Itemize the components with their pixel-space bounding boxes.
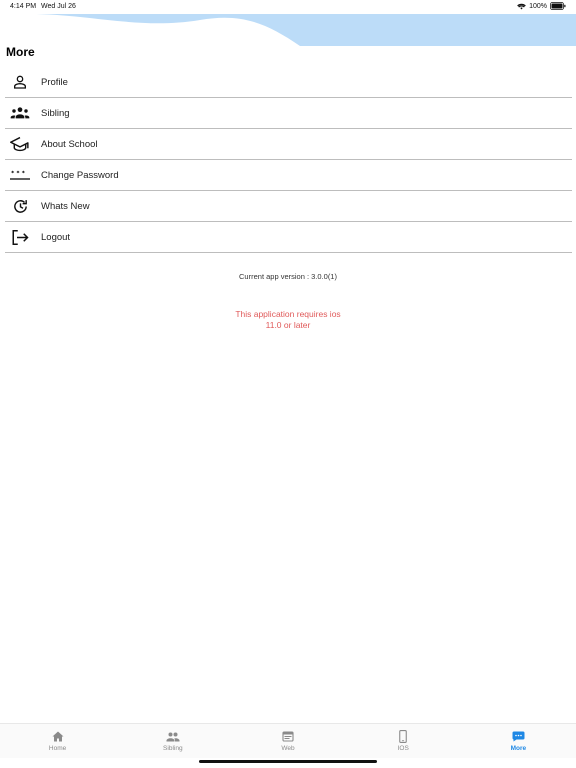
menu-item-label: Profile (41, 76, 68, 88)
menu-item-whats-new[interactable]: Whats New (5, 191, 572, 222)
more-chat-icon (512, 730, 525, 743)
requirement-line-2: 11.0 or later (265, 319, 311, 330)
menu-item-label: Logout (41, 231, 71, 243)
page-title: More (6, 45, 35, 59)
tab-label: Web (281, 745, 295, 752)
tab-ios[interactable]: IOS (346, 724, 461, 758)
tab-label: More (510, 745, 527, 752)
graduation-cap-icon (5, 129, 35, 160)
person-icon (5, 67, 35, 98)
menu-item-label: About School (41, 138, 98, 150)
tab-label: Sibling (163, 745, 183, 752)
tab-sibling[interactable]: Sibling (115, 724, 230, 758)
tab-bar: Home Sibling Web IOS More (0, 723, 576, 758)
menu-item-label: Whats New (41, 200, 90, 212)
ios-requirement-message: This application requires ios 11.0 or la… (0, 309, 576, 330)
tab-label: IOS (397, 745, 409, 752)
tab-web[interactable]: Web (230, 724, 345, 758)
home-indicator (199, 760, 377, 763)
group-icon (5, 98, 35, 129)
tab-more[interactable]: More (461, 724, 576, 758)
tab-label: Home (48, 745, 67, 752)
status-time: 4:14 PM (10, 3, 37, 10)
battery-percent: 100% (529, 2, 547, 10)
status-indicators: 100% (517, 2, 566, 10)
app-version-text: Current app version : 3.0.0(1) (239, 272, 337, 281)
battery-icon (550, 2, 566, 10)
menu-item-sibling[interactable]: Sibling (5, 98, 572, 129)
update-icon (5, 191, 35, 222)
password-icon (5, 160, 35, 191)
menu-item-about-school[interactable]: About School (5, 129, 572, 160)
status-date: Wed Jul 26 (41, 3, 76, 10)
menu-item-label: Sibling (41, 107, 70, 119)
people-icon (166, 730, 180, 743)
menu-item-profile[interactable]: Profile (5, 67, 572, 98)
more-menu: Profile Sibling About School Change Pass… (5, 67, 572, 253)
home-icon (52, 730, 64, 743)
menu-item-change-password[interactable]: Change Password (5, 160, 572, 191)
wifi-icon (517, 3, 526, 10)
web-icon (282, 730, 294, 743)
tab-home[interactable]: Home (0, 724, 115, 758)
status-bar: 4:14 PM Wed Jul 26 100% (0, 0, 576, 14)
requirement-line-1: This application requires ios (235, 309, 341, 319)
menu-item-label: Change Password (41, 169, 119, 181)
menu-item-logout[interactable]: Logout (5, 222, 572, 253)
phone-icon (399, 730, 407, 743)
logout-icon (5, 222, 35, 253)
